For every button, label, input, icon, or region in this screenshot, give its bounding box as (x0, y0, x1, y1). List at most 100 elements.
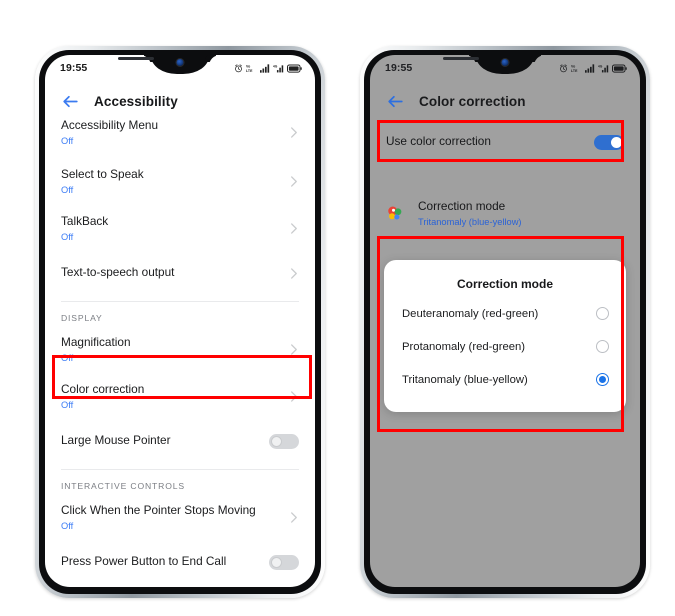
svg-text:Vo: Vo (246, 64, 250, 68)
row-text: TalkBack Off (61, 214, 280, 243)
battery-icon (287, 63, 302, 73)
screen-color-correction: 19:55 Vo LTE 4G Color correction Use col… (370, 55, 640, 587)
toggle-press-power-button[interactable] (269, 554, 299, 570)
svg-text:LTE: LTE (246, 69, 253, 73)
row-text: Click When the Pointer Stops Moving Off (61, 503, 280, 532)
row-subtitle: Off (61, 353, 74, 364)
back-arrow-icon[interactable] (61, 92, 80, 111)
chevron-right-icon (291, 512, 297, 524)
status-icon-group: Vo LTE 4G (234, 63, 302, 73)
signal-bars-2-icon: 4G (273, 64, 284, 72)
row-title: Accessibility Menu (61, 117, 159, 132)
row-title: TalkBack (61, 214, 109, 229)
radio-button[interactable] (596, 307, 609, 321)
phone-right-color-correction: 19:55 Vo LTE 4G Color correction Use col… (360, 46, 650, 598)
row-title: Magnification (61, 335, 131, 350)
list-item-accessibility-menu[interactable]: Accessibility Menu Off (45, 116, 315, 158)
earpiece-speaker (118, 57, 154, 60)
list-item-text-to-speech-output[interactable]: Text-to-speech output (45, 252, 315, 294)
chevron-right-icon (291, 127, 297, 138)
radio-button[interactable] (596, 340, 609, 354)
row-text: Use color correction (386, 134, 586, 150)
screen-accessibility: 19:55 Vo LTE 4G Accessibility Accessibil… (45, 55, 315, 587)
list-item-color-correction[interactable]: Color correction Off (45, 373, 315, 420)
app-bar-color-correction: Color correction (370, 81, 640, 121)
row-text: Color correction Off (61, 382, 280, 411)
row-subtitle: Off (61, 400, 74, 411)
chevron-right-icon (291, 267, 297, 279)
list-item-large-mouse-pointer[interactable]: Large Mouse Pointer (45, 420, 315, 462)
option-label: Protanomaly (red-green) (402, 340, 526, 353)
signal-bars-2-icon: 4G (598, 64, 609, 72)
row-text: Correction mode Tritanomaly (blue-yellow… (418, 199, 624, 228)
radio-option-deuteranomaly[interactable]: Deuteranomaly (red-green) (384, 297, 626, 330)
toggle-knob (271, 556, 282, 568)
dialog-title: Correction mode (456, 277, 553, 292)
chevron-right-icon (291, 344, 297, 355)
row-subtitle: Off (61, 232, 74, 242)
status-icon-group: Vo LTE 4G (559, 63, 627, 73)
row-title: Select to Speak (61, 167, 144, 181)
row-title: Press Power Button to End Call (61, 554, 227, 569)
alarm-icon (235, 63, 242, 72)
toggle-use-color-correction[interactable] (594, 134, 624, 150)
row-subtitle: Off (61, 521, 74, 532)
row-title: Color correction (61, 382, 145, 397)
option-label: Tritanomaly (blue-yellow) (402, 373, 528, 386)
earpiece-speaker (443, 57, 479, 60)
radio-button-selected[interactable] (596, 373, 609, 387)
chevron-right-icon (291, 223, 297, 234)
row-subtitle: Off (61, 135, 74, 146)
row-text: Accessibility Menu Off (61, 118, 280, 147)
row-subtitle: Tritanomaly (blue-yellow) (418, 216, 522, 227)
section-header-display: DISPLAY (61, 313, 103, 324)
row-text: Magnification Off (61, 335, 280, 364)
page-title: Color correction (419, 93, 526, 109)
chevron-right-icon (291, 391, 297, 402)
row-title: Correction mode (418, 199, 506, 213)
svg-text:Vo: Vo (571, 64, 575, 68)
front-camera-icon (501, 59, 509, 66)
front-camera-icon (176, 59, 184, 66)
signal-bars-icon (260, 63, 270, 73)
chevron-right-icon (291, 176, 297, 187)
row-text: Press Power Button to End Call (61, 554, 261, 570)
row-text: Text-to-speech output (61, 265, 280, 281)
battery-icon (612, 63, 627, 73)
toggle-knob (611, 136, 622, 148)
radio-option-tritanomaly[interactable]: Tritanomaly (blue-yellow) (384, 363, 626, 396)
radio-option-protanomaly[interactable]: Protanomaly (red-green) (384, 330, 626, 363)
row-title: Click When the Pointer Stops Moving (61, 503, 256, 518)
accessibility-settings-list: Accessibility Menu Off Select to Speak O… (45, 116, 315, 587)
toggle-large-mouse-pointer[interactable] (269, 433, 299, 449)
status-time: 19:55 (385, 62, 413, 74)
alarm-icon (560, 63, 567, 72)
correction-mode-dialog: Correction mode Deuteranomaly (red-green… (384, 260, 626, 413)
setting-correction-mode[interactable]: Correction mode Tritanomaly (blue-yellow… (370, 185, 640, 242)
back-arrow-icon[interactable] (386, 92, 405, 111)
list-item-talkback[interactable]: TalkBack Off (45, 205, 315, 252)
app-bar-accessibility: Accessibility (45, 81, 315, 121)
svg-text:LTE: LTE (571, 69, 578, 73)
phone-bezel: 19:55 Vo LTE (364, 50, 646, 594)
list-item-select-to-speak[interactable]: Select to Speak Off (45, 158, 315, 205)
svg-text:4G: 4G (598, 64, 603, 68)
section-header-interactive-controls: INTERACTIVE CONTROLS (61, 481, 185, 492)
phone-bezel: 19:55 Vo LTE (39, 50, 321, 594)
toggle-knob (271, 435, 282, 447)
list-item-magnification[interactable]: Magnification Off (45, 326, 315, 373)
row-text: Select to Speak Off (61, 167, 280, 196)
list-item-touch-and-hold-delay[interactable]: Touch & hold delay (45, 583, 315, 587)
option-label: Deuteranomaly (red-green) (402, 307, 539, 320)
screenshot-canvas: 19:55 Vo LTE 4G Accessibility Accessibil… (0, 0, 675, 616)
vo-lte-icon: Vo LTE (246, 64, 253, 73)
row-title: Large Mouse Pointer (61, 433, 171, 448)
list-item-press-power-button-to-end-call[interactable]: Press Power Button to End Call (45, 541, 315, 583)
status-time: 19:55 (60, 62, 88, 74)
row-title: Use color correction (386, 134, 491, 149)
setting-use-color-correction[interactable]: Use color correction (370, 121, 640, 163)
row-title: Text-to-speech output (61, 265, 175, 280)
list-item-click-when-pointer-stops-moving[interactable]: Click When the Pointer Stops Moving Off (45, 494, 315, 541)
